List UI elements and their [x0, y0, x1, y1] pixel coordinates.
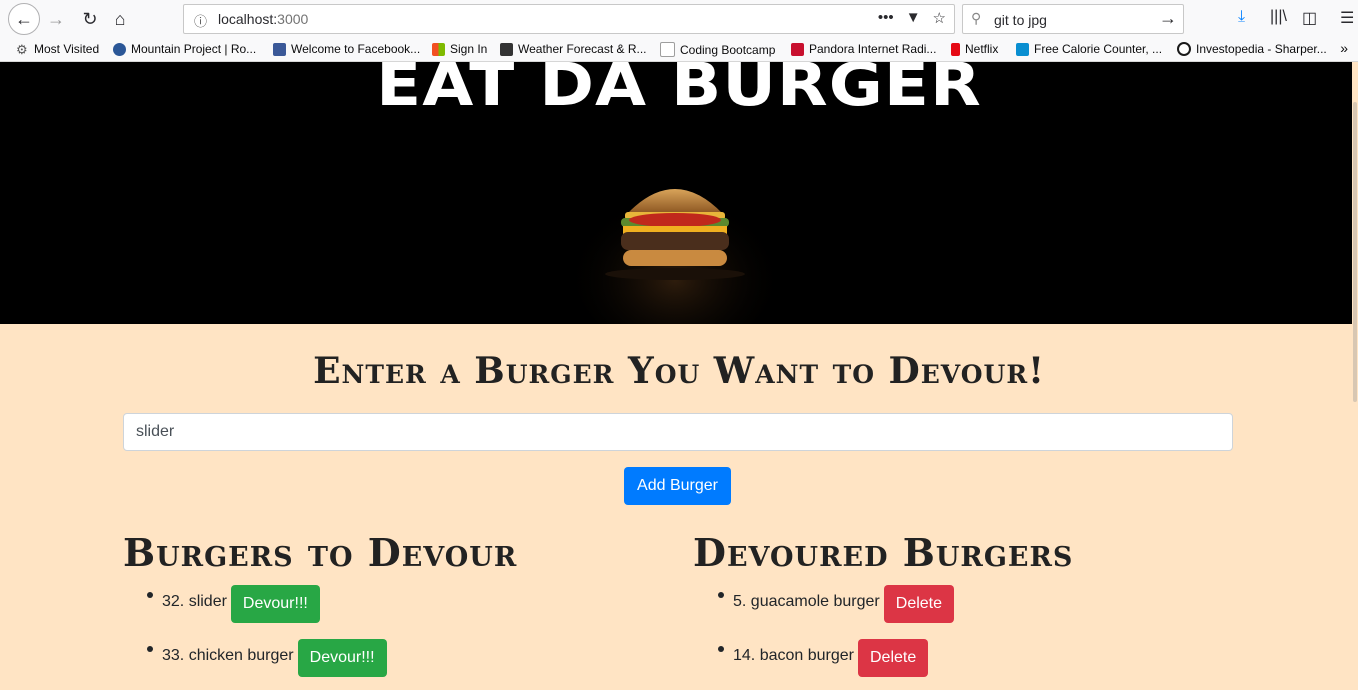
bookmark-item[interactable]: Weather Forecast & R...	[500, 42, 647, 56]
devour-button[interactable]: Devour!!!	[230, 585, 320, 623]
calorie-icon	[1016, 42, 1029, 56]
pocket-icon[interactable]: ▼	[906, 9, 921, 27]
list-item: 33. chicken burger Devour!!!	[147, 632, 387, 686]
list-item: 14. bacon burger Delete	[718, 632, 954, 686]
mountain-icon	[113, 42, 126, 56]
devoured-list: 5. guacamole burger Delete 14. bacon bur…	[718, 578, 955, 686]
search-bar[interactable]: ⚲ git to jpg →	[962, 4, 1184, 34]
search-query[interactable]: git to jpg	[994, 12, 1047, 28]
bookmarks-bar: ⚙ Most Visited Mountain Project | Ro... …	[0, 38, 1358, 62]
page-actions-icon[interactable]: •••	[878, 9, 894, 27]
to-devour-list: 32. slider Devour!!! 33. chicken burger …	[147, 578, 387, 686]
sidebar-icon[interactable]: ◫	[1302, 8, 1317, 28]
menu-icon[interactable]: ☰	[1340, 8, 1354, 28]
devoured-title: Devoured Burgers	[693, 530, 1074, 575]
microsoft-icon	[432, 42, 445, 56]
to-devour-title: Burgers to Devour	[123, 530, 518, 575]
burger-label: 33. chicken burger	[162, 647, 294, 664]
delete-button[interactable]: Delete	[857, 639, 929, 677]
burger-label: 32. slider	[162, 593, 227, 610]
add-burger-button[interactable]: Add Burger	[624, 467, 731, 505]
burger-image	[575, 189, 775, 324]
back-arrow-icon[interactable]: ←	[8, 3, 40, 35]
downloads-icon[interactable]: ⤓	[1238, 8, 1245, 26]
site-info-icon[interactable]: ⓘ	[194, 11, 207, 30]
url-text[interactable]: localhost:3000	[218, 11, 308, 27]
delete-button[interactable]: Delete	[883, 585, 955, 623]
form-title: Enter a Burger You Want to Devour!	[313, 350, 1045, 392]
hero-title: EAT DA BURGER	[376, 62, 982, 120]
library-icon[interactable]: |||\	[1270, 8, 1287, 26]
bookmark-item[interactable]: Welcome to Facebook...	[273, 42, 420, 56]
bookmark-item[interactable]: Free Calorie Counter, ...	[1016, 42, 1162, 56]
bookmark-item[interactable]: Netflix	[951, 42, 998, 56]
bookmark-star-icon[interactable]: ☆	[933, 9, 946, 27]
burger-label: 5. guacamole burger	[733, 593, 880, 610]
pandora-icon	[791, 42, 804, 56]
folder-icon	[660, 42, 675, 57]
reload-icon[interactable]: ↻	[76, 5, 104, 33]
browser-toolbar: ← → ↻ ⌂ ⓘ localhost:3000 ••• ▼ ☆ ⚲ git t…	[0, 0, 1358, 38]
bookmark-item[interactable]: Sign In	[432, 42, 487, 56]
home-icon[interactable]: ⌂	[106, 5, 134, 33]
list-item: 5. guacamole burger Delete	[718, 578, 955, 632]
list-item: 32. slider Devour!!!	[147, 578, 387, 632]
hero-banner: EAT DA BURGER	[0, 62, 1358, 324]
bookmark-item[interactable]: ⚙ Most Visited	[16, 42, 99, 56]
forward-arrow-icon[interactable]: →	[42, 5, 70, 33]
bookmark-item[interactable]: Coding Bootcamp	[660, 42, 775, 57]
weather-icon	[500, 42, 513, 56]
investopedia-icon	[1177, 42, 1191, 56]
burger-name-input[interactable]	[123, 413, 1233, 451]
facebook-icon	[273, 42, 286, 56]
devour-button[interactable]: Devour!!!	[297, 639, 387, 677]
burger-label: 14. bacon burger	[733, 647, 854, 664]
bookmark-item[interactable]: Pandora Internet Radi...	[791, 42, 936, 56]
gear-icon: ⚙	[16, 41, 28, 57]
more-bookmarks-icon[interactable]: »	[1340, 40, 1348, 56]
bookmark-item[interactable]: Mountain Project | Ro...	[113, 42, 256, 56]
bookmark-item[interactable]: Investopedia - Sharper...	[1177, 42, 1327, 56]
url-bar[interactable]: ⓘ localhost:3000 ••• ▼ ☆	[183, 4, 955, 34]
search-go-icon[interactable]: →	[1159, 8, 1177, 29]
netflix-icon	[951, 42, 960, 56]
search-icon: ⚲	[971, 10, 982, 26]
